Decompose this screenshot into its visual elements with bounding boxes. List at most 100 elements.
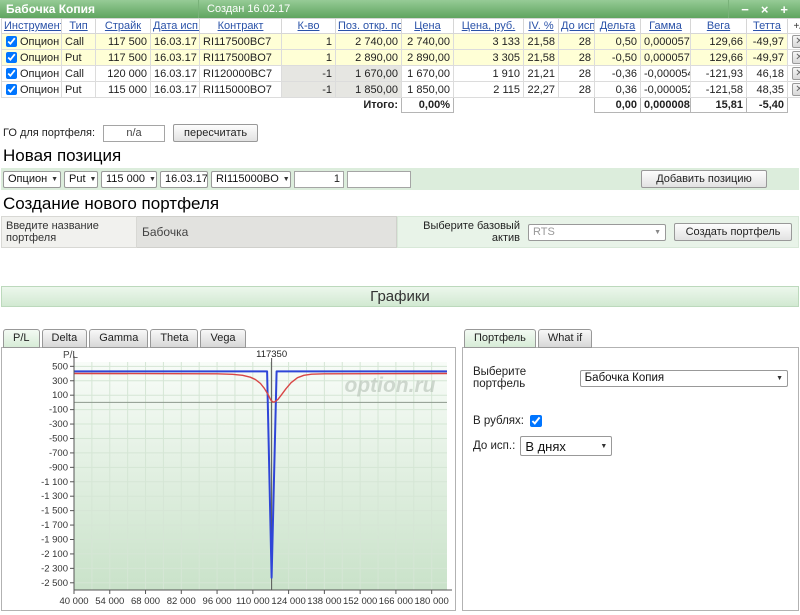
instrument-label: Опцион: [20, 36, 59, 48]
tab-delta[interactable]: Delta: [42, 329, 88, 348]
column-header-11[interactable]: Дельта: [595, 19, 641, 34]
portfolio-name-input[interactable]: Бабочка: [137, 216, 397, 248]
newpos-qty-input[interactable]: 1: [294, 171, 344, 188]
cell-type: Call: [62, 34, 96, 50]
cell-vega: 129,66: [691, 50, 747, 66]
newpos-strike-select[interactable]: 115 000▼: [101, 171, 157, 188]
svg-text:-2 500: -2 500: [41, 578, 68, 589]
newpos-instrument-select[interactable]: Опцион▼: [3, 171, 61, 188]
delete-position-button[interactable]: ✕: [792, 67, 800, 80]
column-header-5[interactable]: К-во: [282, 19, 336, 34]
instrument-label: Опцион: [20, 52, 59, 64]
recalculate-button[interactable]: пересчитать: [173, 124, 258, 142]
days-select[interactable]: В днях▼: [520, 436, 612, 456]
svg-text:300: 300: [52, 376, 68, 387]
column-header-7[interactable]: Цена: [402, 19, 454, 34]
rubles-checkbox[interactable]: [530, 415, 542, 427]
cell-price: 2 890,00: [402, 50, 454, 66]
position-checkbox[interactable]: [6, 68, 17, 79]
portfolio-select-label: Выберите портфель: [473, 366, 580, 390]
rubles-label: В рублях:: [473, 415, 524, 427]
cell-qty[interactable]: -1: [282, 82, 336, 98]
portfolio-name-label: Введите название портфеля: [1, 216, 137, 248]
cell-type: Call: [62, 66, 96, 82]
newpos-contract-select[interactable]: RI115000BO▼: [211, 171, 291, 188]
column-header-2[interactable]: Страйк: [96, 19, 151, 34]
new-position-row: Опцион▼ Put▼ 115 000▼ 16.03.17M▼ RI11500…: [1, 168, 799, 190]
portfolio-select[interactable]: Бабочка Копия▼: [580, 370, 788, 387]
newpos-expiry-select[interactable]: 16.03.17M▼: [160, 171, 208, 188]
days-label: До исп.:: [473, 440, 515, 452]
totals-delta: 0,00: [595, 98, 641, 113]
go-value-field[interactable]: n/a: [103, 125, 165, 142]
cell-vega: -121,93: [691, 66, 747, 82]
cell-gamma: -0,000054: [641, 66, 691, 82]
column-header-6[interactable]: Поз. откр. по: [336, 19, 402, 34]
delete-position-button[interactable]: ✕: [792, 51, 800, 64]
tab-портфель[interactable]: Портфель: [464, 329, 536, 348]
tab-p-l[interactable]: P/L: [3, 329, 40, 348]
positions-body: ОпционCall117 50016.03.17RI117500BC712 7…: [2, 34, 800, 98]
cell-qty[interactable]: -1: [282, 66, 336, 82]
position-checkbox[interactable]: [6, 36, 17, 47]
newpos-price-input[interactable]: [347, 171, 411, 188]
cell-qty[interactable]: 1: [282, 50, 336, 66]
cell-open_price[interactable]: 1 850,00: [336, 82, 402, 98]
cell-vega: -121,58: [691, 82, 747, 98]
portfolio-select-row: Выберите портфель Бабочка Копия▼: [473, 366, 788, 390]
cell-contract: RI117500BC7: [200, 34, 282, 50]
column-header-4[interactable]: Контракт: [200, 19, 282, 34]
cell-price_rub: 3 305: [454, 50, 524, 66]
base-asset-select[interactable]: RTS▼: [528, 224, 666, 241]
cell-open_price[interactable]: 1 670,00: [336, 66, 402, 82]
cell-gamma: 0,000057: [641, 34, 691, 50]
svg-text:500: 500: [52, 361, 68, 372]
portfolio-titlebar: Бабочка Копия Создан 16.02.17 − × +: [0, 0, 800, 18]
chevron-down-icon: ▼: [772, 375, 783, 382]
cell-open_price[interactable]: 2 890,00: [336, 50, 402, 66]
newpos-type-select[interactable]: Put▼: [64, 171, 98, 188]
svg-text:96 000: 96 000: [203, 596, 232, 607]
column-header-9[interactable]: IV. %: [524, 19, 559, 34]
tab-gamma[interactable]: Gamma: [89, 329, 148, 348]
portfolio-title: Бабочка Копия: [0, 2, 198, 16]
cell-price_rub: 3 133: [454, 34, 524, 50]
column-header-10[interactable]: До исп: [559, 19, 595, 34]
chart-panel-body: 117350option.ru500300100-100-300-500-700…: [1, 347, 456, 611]
tab-what-if[interactable]: What if: [538, 329, 592, 348]
column-header-1[interactable]: Тип: [62, 19, 96, 34]
add-position-button[interactable]: Добавить позицию: [641, 170, 767, 188]
column-header-plusminus: +/-: [788, 19, 800, 34]
minimize-icon[interactable]: −: [741, 3, 749, 16]
position-checkbox[interactable]: [6, 84, 17, 95]
column-header-14[interactable]: Тетта: [747, 19, 788, 34]
svg-text:40 000: 40 000: [59, 596, 88, 607]
column-header-12[interactable]: Гамма: [641, 19, 691, 34]
delete-position-button[interactable]: ✕: [792, 83, 800, 96]
column-header-13[interactable]: Вега: [691, 19, 747, 34]
delete-position-button[interactable]: ✕: [792, 35, 800, 48]
cell-price_rub: 2 115: [454, 82, 524, 98]
cell-theta: -49,97: [747, 50, 788, 66]
cell-delta: 0,50: [595, 34, 641, 50]
svg-text:138 000: 138 000: [307, 596, 341, 607]
cell-delta: -0,36: [595, 66, 641, 82]
create-portfolio-button[interactable]: Создать портфель: [674, 223, 792, 241]
svg-text:option.ru: option.ru: [345, 374, 436, 397]
position-checkbox[interactable]: [6, 52, 17, 63]
close-icon[interactable]: ×: [761, 3, 769, 16]
add-icon[interactable]: +: [780, 3, 788, 16]
svg-text:68 000: 68 000: [131, 596, 160, 607]
column-header-8[interactable]: Цена, руб.: [454, 19, 524, 34]
column-header-0[interactable]: Инструмент: [2, 19, 62, 34]
days-row: До исп.: В днях▼: [473, 436, 788, 456]
svg-text:-100: -100: [49, 405, 68, 416]
column-header-3[interactable]: Дата исп.: [151, 19, 200, 34]
charts-section-title: Графики: [1, 286, 799, 307]
cell-qty[interactable]: 1: [282, 34, 336, 50]
tab-vega[interactable]: Vega: [200, 329, 245, 348]
svg-text:152 000: 152 000: [343, 596, 377, 607]
svg-text:-500: -500: [49, 433, 68, 444]
tab-theta[interactable]: Theta: [150, 329, 198, 348]
cell-open_price[interactable]: 2 740,00: [336, 34, 402, 50]
